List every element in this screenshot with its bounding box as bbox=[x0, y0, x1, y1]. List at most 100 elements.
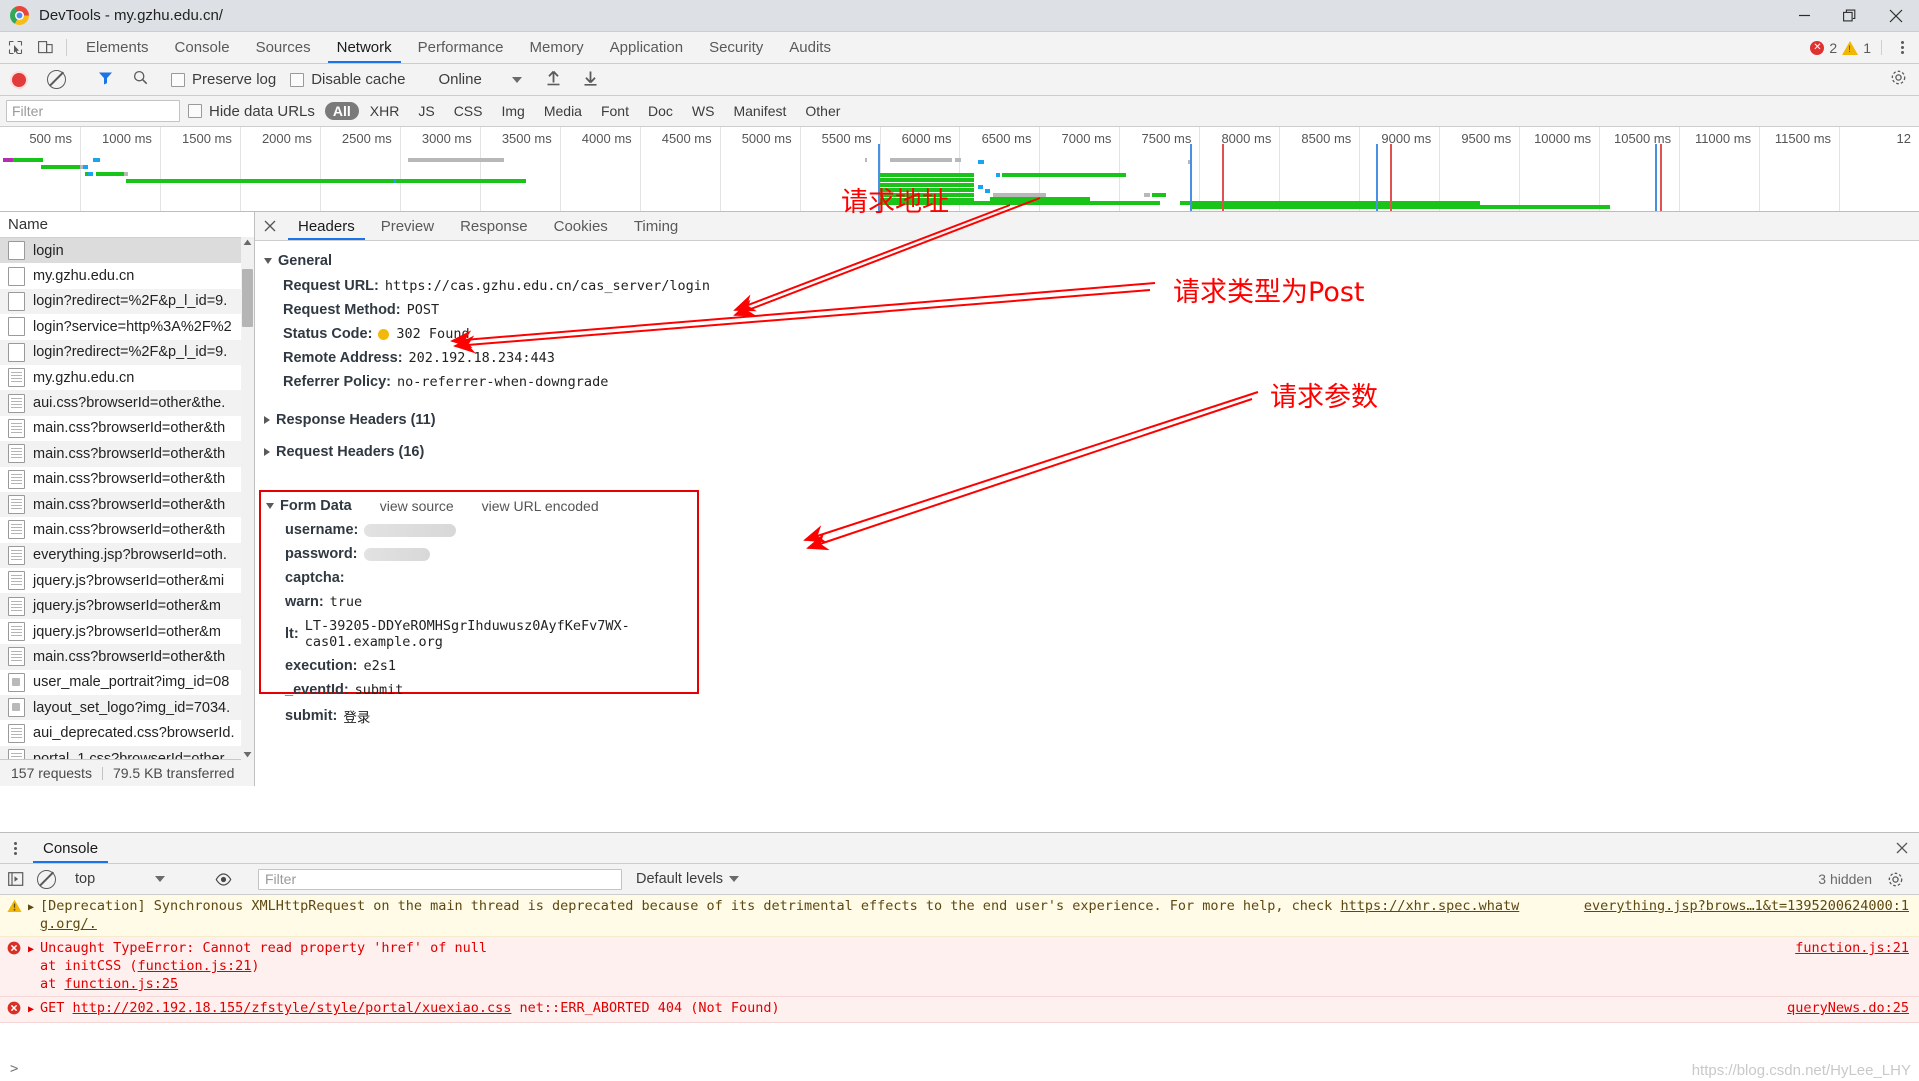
filter-input[interactable]: Filter bbox=[6, 100, 180, 122]
request-row[interactable]: login?service=http%3A%2F%2 bbox=[0, 314, 254, 339]
network-overview-timeline[interactable]: 500 ms 1000 ms 1500 ms 2000 ms 2500 ms 3000 m… bbox=[0, 127, 1919, 212]
import-har-icon[interactable] bbox=[546, 70, 561, 90]
tab-console[interactable]: Console bbox=[162, 32, 243, 63]
request-row[interactable]: aui_deprecated.css?browserId. bbox=[0, 720, 254, 745]
filter-type-js[interactable]: JS bbox=[410, 102, 442, 120]
console-prompt[interactable]: > bbox=[0, 1057, 1919, 1081]
request-row[interactable]: main.css?browserId=other&th bbox=[0, 441, 254, 467]
disable-cache-checkbox[interactable]: Disable cache bbox=[290, 71, 405, 88]
console-link[interactable]: https://xhr.spec.whatw bbox=[1340, 898, 1519, 914]
filter-type-font[interactable]: Font bbox=[593, 102, 637, 120]
console-source-link[interactable]: function.js:21 bbox=[1795, 939, 1909, 957]
live-expression-icon[interactable] bbox=[208, 872, 239, 886]
request-row[interactable]: main.css?browserId=other&th bbox=[0, 517, 254, 542]
request-row[interactable]: main.css?browserId=other&th bbox=[0, 467, 254, 492]
filter-type-all[interactable]: All bbox=[324, 102, 359, 120]
console-source-link[interactable]: queryNews.do:25 bbox=[1787, 999, 1909, 1017]
scroll-down-arrow[interactable] bbox=[242, 749, 253, 760]
request-row[interactable]: main.css?browserId=other&th bbox=[0, 416, 254, 441]
request-list-scrollbar[interactable] bbox=[241, 237, 254, 760]
more-options-icon[interactable] bbox=[1892, 41, 1913, 54]
tab-application[interactable]: Application bbox=[597, 32, 696, 63]
request-row[interactable]: login?redirect=%2F&p_l_id=9. bbox=[0, 339, 254, 365]
restore-icon[interactable] bbox=[1827, 0, 1873, 31]
tab-sources[interactable]: Sources bbox=[243, 32, 324, 63]
request-list[interactable]: login my.gzhu.edu.cn login?redirect=%2F&p_… bbox=[0, 238, 254, 759]
search-icon[interactable] bbox=[133, 70, 148, 89]
tab-preview[interactable]: Preview bbox=[368, 212, 447, 240]
tab-timing[interactable]: Timing bbox=[621, 212, 691, 240]
filter-type-css[interactable]: CSS bbox=[446, 102, 491, 120]
request-list-header[interactable]: Name bbox=[0, 212, 254, 238]
record-button[interactable] bbox=[12, 72, 26, 87]
scroll-up-arrow[interactable] bbox=[242, 237, 253, 248]
warning-count-badge[interactable]: 1 bbox=[1842, 40, 1871, 56]
clear-icon[interactable] bbox=[47, 70, 66, 89]
toggle-device-toolbar-icon[interactable] bbox=[30, 32, 60, 63]
filter-type-doc[interactable]: Doc bbox=[640, 102, 681, 120]
console-filter-input[interactable]: Filter bbox=[258, 868, 622, 890]
request-row[interactable]: main.css?browserId=other&th bbox=[0, 491, 254, 518]
clear-console-icon[interactable] bbox=[31, 869, 62, 889]
scrollbar-thumb[interactable] bbox=[242, 269, 253, 327]
expand-arrow-icon[interactable]: ▶ bbox=[28, 897, 40, 917]
filter-type-other[interactable]: Other bbox=[797, 102, 848, 120]
tab-network[interactable]: Network bbox=[324, 32, 405, 63]
filter-type-xhr[interactable]: XHR bbox=[362, 102, 408, 120]
drawer-menu-icon[interactable] bbox=[0, 833, 30, 863]
filter-icon[interactable] bbox=[98, 71, 113, 89]
minimize-icon[interactable] bbox=[1781, 0, 1827, 31]
console-message[interactable]: ▶ [Deprecation] Synchronous XMLHttpReques… bbox=[0, 895, 1919, 937]
request-row[interactable]: main.css?browserId=other&th bbox=[0, 644, 254, 670]
request-row[interactable]: user_male_portrait?img_id=08 bbox=[0, 670, 254, 695]
close-panel-icon[interactable] bbox=[255, 212, 285, 240]
console-levels-select[interactable]: Default levels bbox=[636, 871, 740, 887]
request-row[interactable]: aui.css?browserId=other&the. bbox=[0, 390, 254, 416]
response-headers-section[interactable]: Response Headers (11) bbox=[255, 407, 1919, 433]
drawer-tab-console[interactable]: Console bbox=[30, 833, 111, 863]
view-source-link[interactable]: view source bbox=[380, 498, 454, 514]
filter-type-ws[interactable]: WS bbox=[684, 102, 723, 120]
request-headers-section[interactable]: Request Headers (16) bbox=[255, 439, 1919, 465]
request-row[interactable]: layout_set_logo?img_id=7034. bbox=[0, 695, 254, 721]
tab-cookies[interactable]: Cookies bbox=[541, 212, 621, 240]
throttling-select[interactable]: Online bbox=[438, 71, 522, 88]
request-row[interactable]: jquery.js?browserId=other&mi bbox=[0, 568, 254, 593]
close-drawer-icon[interactable] bbox=[1885, 833, 1919, 863]
tab-elements[interactable]: Elements bbox=[73, 32, 162, 63]
view-url-encoded-link[interactable]: view URL encoded bbox=[482, 498, 599, 514]
tab-security[interactable]: Security bbox=[696, 32, 776, 63]
execution-context-select[interactable]: top bbox=[75, 871, 195, 887]
request-row[interactable]: login bbox=[0, 238, 254, 264]
console-link-continuation[interactable]: g.org/. bbox=[40, 916, 97, 932]
general-section-header[interactable]: General bbox=[255, 248, 1919, 274]
request-row[interactable]: everything.jsp?browserId=oth. bbox=[0, 542, 254, 569]
filter-type-manifest[interactable]: Manifest bbox=[725, 102, 794, 120]
request-row[interactable]: my.gzhu.edu.cn bbox=[0, 365, 254, 390]
inspect-element-icon[interactable] bbox=[0, 32, 30, 63]
filter-type-img[interactable]: Img bbox=[493, 102, 532, 120]
expand-arrow-icon[interactable]: ▶ bbox=[28, 999, 40, 1019]
expand-arrow-icon[interactable]: ▶ bbox=[28, 939, 40, 959]
tab-audits[interactable]: Audits bbox=[776, 32, 844, 63]
console-link[interactable]: http://202.192.18.155/zfstyle/style/port… bbox=[73, 1000, 512, 1016]
export-har-icon[interactable] bbox=[583, 70, 598, 90]
network-settings-gear-icon[interactable] bbox=[1890, 69, 1919, 90]
console-message-list[interactable]: ▶ [Deprecation] Synchronous XMLHttpReques… bbox=[0, 895, 1919, 1057]
request-row[interactable]: my.gzhu.edu.cn bbox=[0, 263, 254, 288]
form-data-section-header[interactable]: Form Data view source view URL encoded bbox=[261, 492, 697, 518]
hide-data-urls-checkbox[interactable]: Hide data URLs bbox=[188, 103, 315, 120]
request-row[interactable]: login?redirect=%2F&p_l_id=9. bbox=[0, 288, 254, 315]
console-settings-gear-icon[interactable] bbox=[1880, 871, 1919, 888]
tab-response[interactable]: Response bbox=[447, 212, 541, 240]
filter-type-media[interactable]: Media bbox=[536, 102, 590, 120]
error-count-badge[interactable]: ✕ 2 bbox=[1810, 40, 1837, 56]
execute-icon[interactable] bbox=[0, 871, 31, 887]
request-row[interactable]: portal_1.css?browserId=other. bbox=[0, 745, 254, 759]
request-row[interactable]: jquery.js?browserId=other&m bbox=[0, 619, 254, 644]
preserve-log-checkbox[interactable]: Preserve log bbox=[171, 71, 276, 88]
tab-memory[interactable]: Memory bbox=[517, 32, 597, 63]
request-row[interactable]: jquery.js?browserId=other&m bbox=[0, 593, 254, 619]
console-source-link[interactable]: everything.jsp?brows…1&t=1395200624000:1 bbox=[1584, 897, 1909, 915]
stack-frame-link[interactable]: function.js:25 bbox=[64, 976, 178, 992]
